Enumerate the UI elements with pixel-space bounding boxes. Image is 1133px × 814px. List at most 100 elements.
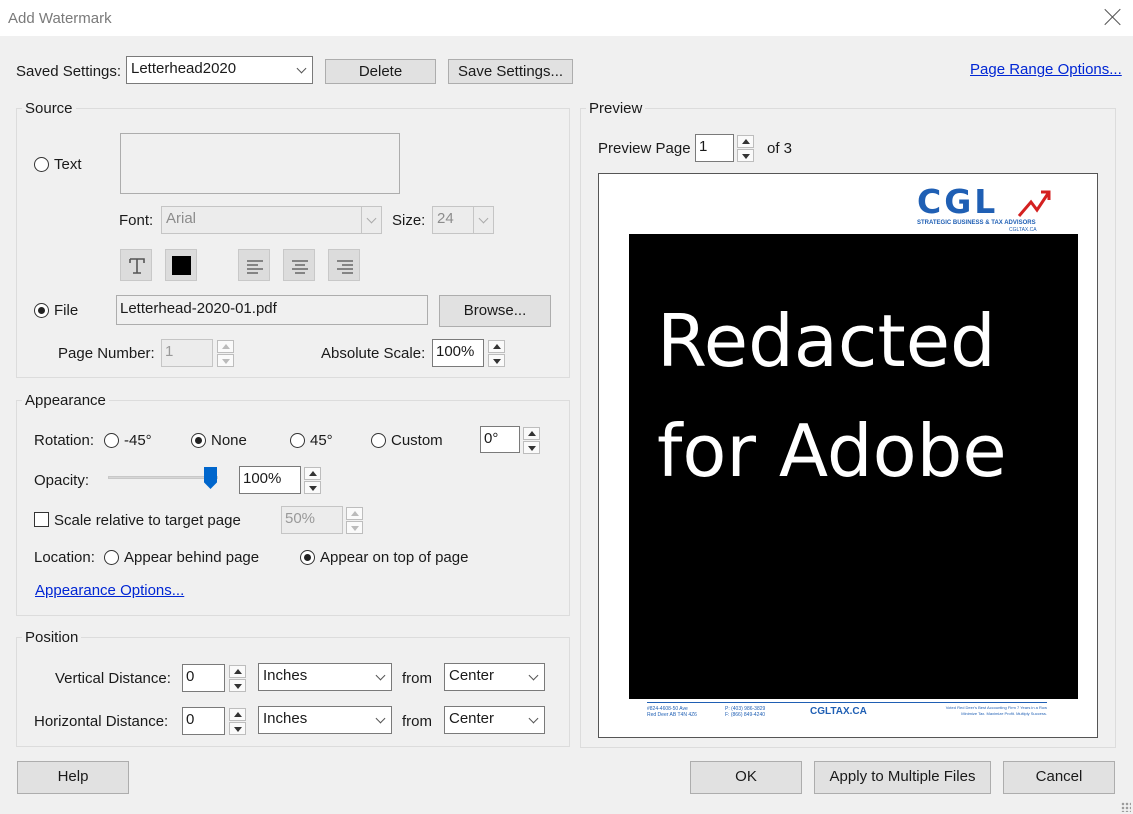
saved-settings-label: Saved Settings: (16, 63, 122, 80)
horizontal-from-dropdown[interactable]: Center (444, 706, 545, 734)
apply-multiple-files-button[interactable]: Apply to Multiple Files (814, 761, 991, 794)
absolute-scale-spinner[interactable] (488, 340, 505, 367)
logo-site: CGLTAX.CA (1009, 227, 1037, 233)
chevron-down-icon (371, 707, 391, 733)
cgl-logo: CGL STRATEGIC BUSINESS & TAX ADVISORS CG… (917, 184, 1051, 233)
browse-button[interactable]: Browse... (439, 295, 551, 327)
scale-relative-spinner[interactable] (346, 507, 363, 534)
chevron-down-icon (524, 707, 544, 733)
rotation-label: Rotation: (34, 432, 95, 449)
resize-grip-icon[interactable] (1121, 802, 1131, 812)
chevron-down-icon (292, 57, 312, 83)
opacity-spinner[interactable] (304, 467, 321, 494)
text-style-icon (129, 258, 145, 274)
horizontal-distance-field[interactable]: 0 (182, 707, 225, 735)
font-label: Font: (119, 212, 154, 229)
page-range-options-link[interactable]: Page Range Options... (970, 61, 1122, 78)
preview-page-count: of 3 (767, 140, 793, 157)
position-title: Position (22, 629, 82, 646)
help-button[interactable]: Help (17, 761, 129, 794)
watermark-text-input[interactable] (120, 133, 400, 194)
opacity-slider-track[interactable] (108, 476, 218, 479)
appear-on-top-radio[interactable] (300, 550, 315, 565)
opacity-label: Opacity: (34, 472, 90, 489)
save-settings-button[interactable]: Save Settings... (448, 59, 573, 84)
cancel-button[interactable]: Cancel (1003, 761, 1115, 794)
file-path-field[interactable]: Letterhead-2020-01.pdf (116, 295, 428, 325)
close-icon[interactable] (1104, 8, 1122, 26)
color-swatch-icon (172, 256, 191, 275)
align-center-button[interactable] (283, 249, 315, 281)
align-left-button[interactable] (238, 249, 270, 281)
saved-settings-value: Letterhead2020 (131, 60, 237, 77)
scale-relative-field[interactable]: 50% (281, 506, 343, 534)
saved-settings-dropdown[interactable]: Letterhead2020 (126, 56, 313, 84)
size-label: Size: (392, 212, 426, 229)
chevron-down-icon (524, 664, 544, 690)
text-style-button[interactable] (120, 249, 152, 281)
size-dropdown[interactable]: 24 (432, 206, 494, 234)
absolute-scale-field[interactable]: 100% (432, 339, 484, 367)
vertical-from-value: Center (449, 667, 495, 684)
ok-button[interactable]: OK (690, 761, 802, 794)
file-radio-label: File (54, 302, 79, 319)
appear-behind-radio[interactable] (104, 550, 119, 565)
scale-relative-checkbox[interactable] (34, 512, 49, 527)
chevron-down-icon (473, 207, 493, 233)
logo-tagline: STRATEGIC BUSINESS & TAX ADVISORS (917, 220, 1036, 226)
horizontal-distance-spinner[interactable] (229, 708, 246, 735)
scale-relative-label: Scale relative to target page (54, 512, 241, 529)
delete-button[interactable]: Delete (325, 59, 436, 84)
font-dropdown[interactable]: Arial (161, 206, 382, 234)
preview-canvas: CGL STRATEGIC BUSINESS & TAX ADVISORS CG… (598, 173, 1098, 738)
appearance-title: Appearance (22, 392, 109, 409)
rotation-custom-radio[interactable] (371, 433, 386, 448)
horizontal-unit-value: Inches (263, 710, 308, 727)
appearance-options-link[interactable]: Appearance Options... (35, 582, 184, 599)
rotation-none-label: None (211, 432, 247, 449)
absolute-scale-label: Absolute Scale: (321, 345, 426, 362)
file-radio[interactable] (34, 303, 49, 318)
redaction-box: Redacted for Adobe (629, 234, 1078, 699)
text-radio-label: Text (54, 156, 82, 173)
footer-address-line-2: Red Deer AB T4N 4Z6 (647, 712, 697, 718)
preview-page-spinner[interactable] (737, 135, 754, 162)
chevron-down-icon (361, 207, 381, 233)
footer-address: #824-4608-50 Ave Red Deer AB T4N 4Z6 (647, 706, 697, 718)
logo-text: CGL (917, 182, 999, 221)
rotation-custom-label: Custom (391, 432, 443, 449)
horizontal-from-value: Center (449, 710, 495, 727)
appear-on-top-label: Appear on top of page (320, 549, 469, 566)
align-right-button[interactable] (328, 249, 360, 281)
horizontal-from-label: from (402, 713, 432, 730)
vertical-distance-field[interactable]: 0 (182, 664, 225, 692)
opacity-field[interactable]: 100% (239, 466, 301, 494)
page-number-spinner[interactable] (217, 340, 234, 367)
rotation-neg45-radio[interactable] (104, 433, 119, 448)
window-title: Add Watermark (8, 10, 112, 27)
preview-title: Preview (586, 100, 646, 117)
vertical-from-dropdown[interactable]: Center (444, 663, 545, 691)
page-number-label: Page Number: (58, 345, 155, 362)
redacted-text: Redacted for Adobe (657, 286, 1007, 506)
custom-rotation-spinner[interactable] (523, 427, 540, 454)
page-number-field[interactable]: 1 (161, 339, 213, 367)
size-value: 24 (437, 210, 454, 227)
vertical-unit-dropdown[interactable]: Inches (258, 663, 392, 691)
horizontal-unit-dropdown[interactable]: Inches (258, 706, 392, 734)
vertical-distance-spinner[interactable] (229, 665, 246, 692)
horizontal-distance-label: Horizontal Distance: (34, 713, 169, 730)
custom-rotation-field[interactable]: 0° (480, 426, 520, 453)
footer-slogan-line-2: Minimize Tax. Maximize Profit. Multiply … (961, 711, 1047, 716)
text-radio[interactable] (34, 157, 49, 172)
chevron-down-icon (371, 664, 391, 690)
text-color-button[interactable] (165, 249, 197, 281)
vertical-distance-label: Vertical Distance: (55, 670, 171, 687)
source-title: Source (22, 100, 76, 117)
rotation-none-radio[interactable] (191, 433, 206, 448)
rotation-45-radio[interactable] (290, 433, 305, 448)
footer-phone-line-2: F: (866) 849-4240 (725, 712, 766, 718)
preview-page-field[interactable]: 1 (695, 134, 734, 162)
redacted-line-1: Redacted (657, 299, 996, 383)
align-center-icon (292, 260, 308, 274)
